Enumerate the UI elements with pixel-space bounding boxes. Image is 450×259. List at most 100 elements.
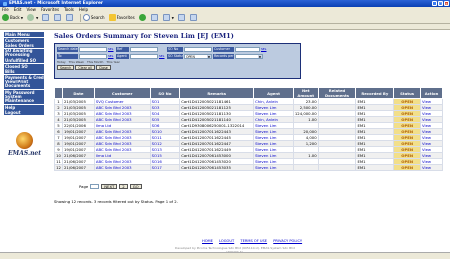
- view-link[interactable]: View: [422, 112, 431, 116]
- column-header-date[interactable]: Date: [61, 87, 95, 99]
- sidebar-item-sales-orders[interactable]: Sales Orders: [4, 43, 44, 48]
- column-header-customer[interactable]: Customer: [93, 87, 151, 99]
- agent-link[interactable]: Steven Lim: [255, 166, 276, 170]
- sidebar-item-so-awaiting[interactable]: SO Awaiting Processing: [4, 48, 44, 58]
- so-no-link[interactable]: SO16: [152, 160, 162, 164]
- customer-link[interactable]: ABC Sdn Bhd 2003: [96, 118, 132, 122]
- shortcut-this-year[interactable]: This Year: [106, 60, 119, 64]
- so-no-link[interactable]: SO12: [152, 142, 162, 146]
- records-per-page-select[interactable]: ▼: [235, 53, 263, 59]
- close-search-button[interactable]: Close: [95, 65, 111, 70]
- back-button[interactable]: Back ▼: [2, 13, 23, 22]
- customer-link[interactable]: ABC Sdn Bhd 2003: [96, 166, 132, 170]
- so-no-link[interactable]: SO4: [152, 112, 160, 116]
- page-2-button[interactable]: 2: [119, 184, 128, 189]
- sidebar-item-unfulfilled-so[interactable]: Unfulfilled SO: [4, 58, 44, 63]
- agent-link[interactable]: Chin, Anlein: [255, 100, 278, 104]
- agent-link[interactable]: Steven Lim: [255, 136, 276, 140]
- shortcut-this-week[interactable]: This Week: [69, 60, 84, 64]
- column-header-recorded-by[interactable]: Recorded By: [355, 87, 395, 99]
- sidebar-item-customers[interactable]: Customers: [4, 37, 44, 43]
- media-button[interactable]: [138, 13, 147, 22]
- search-button[interactable]: Search: [82, 13, 105, 22]
- shortcut-this-month[interactable]: This Month: [87, 60, 104, 64]
- customer-link[interactable]: ABC Sdn Bhd 2003: [96, 136, 132, 140]
- column-header-so-no[interactable]: SO No: [149, 87, 181, 99]
- agent-link[interactable]: Steven Lim: [255, 148, 276, 152]
- so-no-input[interactable]: [184, 46, 212, 52]
- view-link[interactable]: View: [422, 142, 431, 146]
- so-no-link[interactable]: SO1: [152, 100, 160, 104]
- view-link[interactable]: View: [422, 160, 431, 164]
- clear-all-button[interactable]: Clear all: [75, 65, 95, 70]
- view-link[interactable]: View: [422, 148, 431, 152]
- so-no-link[interactable]: SO11: [152, 136, 162, 140]
- forward-button[interactable]: ▼: [27, 13, 38, 22]
- sidebar-item-system-maintenance[interactable]: System Maintenance: [4, 95, 44, 104]
- footer-link-privacy[interactable]: PRIVACY POLICY: [273, 239, 302, 243]
- refresh-button[interactable]: [54, 13, 62, 22]
- footer-link-home[interactable]: HOME: [202, 239, 213, 243]
- column-header-agent[interactable]: Agent: [253, 87, 294, 99]
- view-link[interactable]: View: [422, 130, 431, 134]
- print-button[interactable]: [177, 13, 186, 22]
- so-status-select[interactable]: OPEN ▼: [184, 53, 212, 59]
- minimize-button[interactable]: _: [432, 1, 437, 6]
- date-to-select-link[interactable]: SEL: [108, 54, 114, 58]
- agent-link[interactable]: Steven Lim: [255, 130, 276, 134]
- column-header-remarks[interactable]: Remarks: [179, 87, 255, 99]
- column-header-net-amount[interactable]: Net Amount: [292, 87, 319, 99]
- so-no-link[interactable]: SO6: [152, 124, 160, 128]
- sidebar-item-bills[interactable]: Bills: [4, 69, 44, 74]
- view-link[interactable]: View: [422, 124, 431, 128]
- ref-input[interactable]: [130, 46, 158, 52]
- column-header-status[interactable]: Status: [393, 87, 422, 99]
- customer-link[interactable]: ABC Sdn Bhd 2003: [96, 142, 132, 146]
- customer-link[interactable]: Ilma Ltd: [96, 154, 111, 158]
- customer-link[interactable]: Ilma Ltd: [96, 124, 111, 128]
- go-button[interactable]: GO: [129, 184, 142, 189]
- customer-link[interactable]: ABC Sdn Bhd 2003: [96, 112, 132, 116]
- footer-link-logout[interactable]: LOGOUT: [219, 239, 234, 243]
- view-link[interactable]: View: [422, 154, 431, 158]
- sidebar-item-closed-so[interactable]: Closed SO: [4, 63, 44, 69]
- customer-link[interactable]: SVQ Customer: [96, 100, 124, 104]
- customer-link[interactable]: ABC Sdn Bhd 2003: [96, 148, 132, 152]
- so-no-link[interactable]: SO10: [152, 130, 162, 134]
- view-link[interactable]: View: [422, 166, 431, 170]
- so-no-link[interactable]: SO3: [152, 106, 160, 110]
- agent-link[interactable]: Steven Lim: [255, 112, 276, 116]
- page-number-input[interactable]: [90, 184, 100, 189]
- view-link[interactable]: View: [422, 106, 431, 110]
- sidebar-item-logout[interactable]: Logout: [4, 110, 44, 115]
- date-from-input[interactable]: [79, 46, 107, 52]
- customer-link[interactable]: ABC Sdn Bhd 2003: [96, 160, 132, 164]
- search-button[interactable]: Search: [57, 65, 75, 70]
- sidebar-item-my-password[interactable]: My Password: [4, 89, 44, 95]
- agent-link[interactable]: Steven Lim: [255, 124, 276, 128]
- customer-select-link[interactable]: SEL: [261, 47, 267, 51]
- so-no-link[interactable]: SO13: [152, 148, 162, 152]
- agent-link[interactable]: Chin, Anlein: [255, 118, 278, 122]
- so-no-link[interactable]: SO17: [152, 166, 162, 170]
- history-button[interactable]: [150, 13, 159, 22]
- agent-link[interactable]: Steven Lim: [255, 160, 276, 164]
- favorites-button[interactable]: Favorites: [108, 13, 135, 22]
- so-no-link[interactable]: SO15: [152, 154, 162, 158]
- sidebar-item-documents[interactable]: View/Print Documents: [4, 80, 44, 89]
- sidebar-item-main-menu[interactable]: Main Menu: [4, 32, 44, 37]
- home-button[interactable]: [66, 13, 74, 22]
- agent-input[interactable]: [130, 53, 158, 59]
- agent-link[interactable]: Steven Lim: [255, 142, 276, 146]
- customer-input[interactable]: [235, 46, 260, 52]
- customer-link[interactable]: ABC Sdn Bhd 2003: [96, 130, 132, 134]
- sidebar-item-help[interactable]: Help: [4, 104, 44, 110]
- stop-button[interactable]: [42, 13, 50, 22]
- customer-link[interactable]: ABC Sdn Bhd 2003: [96, 106, 132, 110]
- so-no-link[interactable]: SO5: [152, 118, 160, 122]
- view-link[interactable]: View: [422, 136, 431, 140]
- agent-link[interactable]: Steven Lim: [255, 154, 276, 158]
- edit-button[interactable]: [189, 13, 198, 22]
- view-link[interactable]: View: [422, 118, 431, 122]
- next-page-button[interactable]: NEXT: [101, 184, 118, 189]
